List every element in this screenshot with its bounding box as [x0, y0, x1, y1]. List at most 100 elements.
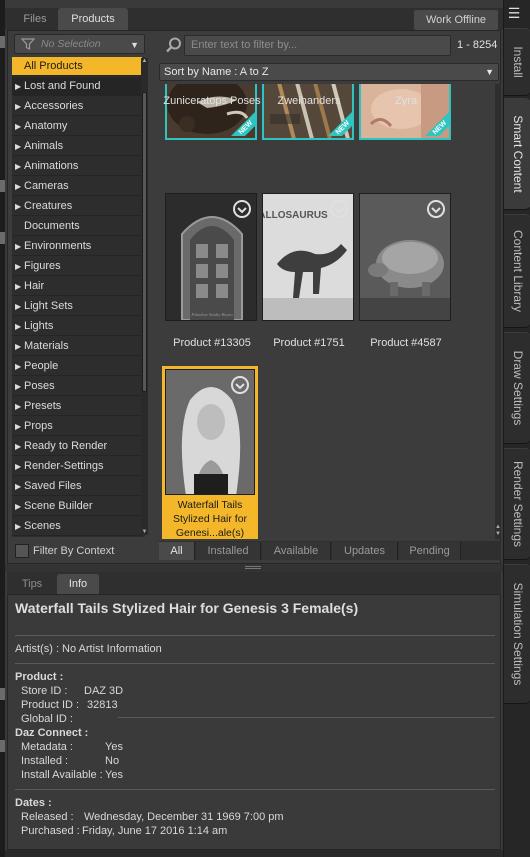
- category-select-placeholder: No Selection: [41, 38, 101, 50]
- category-item[interactable]: ▶ Anatomy: [12, 117, 142, 136]
- tab-install[interactable]: Install: [504, 28, 530, 96]
- product-thumbnail[interactable]: [165, 369, 255, 495]
- download-icon[interactable]: [426, 199, 446, 219]
- tab-info[interactable]: Info: [57, 574, 99, 594]
- tab-updates[interactable]: Updates: [332, 542, 398, 560]
- product-card-selected[interactable]: Waterfall Tails Stylized Hair for Genesi…: [162, 366, 258, 539]
- expand-arrow-icon[interactable]: ▶: [15, 457, 24, 476]
- grid-scrollbar[interactable]: ▲ ▼: [495, 84, 501, 539]
- product-thumbnail[interactable]: NEW: [262, 84, 354, 140]
- category-item[interactable]: ▶ Environments: [12, 237, 142, 256]
- category-item[interactable]: ▶ Cameras: [12, 177, 142, 196]
- expand-arrow-icon[interactable]: ▶: [15, 517, 24, 536]
- category-scrollbar[interactable]: ▲ ▼: [141, 58, 148, 535]
- category-item[interactable]: ▶ Animations: [12, 157, 142, 176]
- scrollbar-thumb[interactable]: [142, 92, 147, 392]
- expand-arrow-icon[interactable]: ▶: [15, 357, 24, 376]
- category-item[interactable]: ▶ Props: [12, 417, 142, 436]
- category-item[interactable]: ▶ Saved Files: [12, 477, 142, 496]
- tab-draw-settings[interactable]: Draw Settings: [504, 332, 530, 444]
- filter-by-context-checkbox[interactable]: Filter By Context: [15, 542, 114, 560]
- sort-dropdown[interactable]: Sort by Name : A to Z ▼: [159, 63, 499, 81]
- expand-arrow-icon[interactable]: ▶: [15, 117, 24, 136]
- download-icon[interactable]: [232, 199, 252, 219]
- menu-icon[interactable]: ☰: [505, 5, 523, 23]
- expand-arrow-icon[interactable]: ▶: [15, 377, 24, 396]
- category-item[interactable]: ▶ Light Sets: [12, 297, 142, 316]
- category-item[interactable]: ▶ People: [12, 357, 142, 376]
- grip-icon[interactable]: [245, 566, 261, 569]
- tab-render-settings[interactable]: Render Settings: [504, 448, 530, 560]
- category-item[interactable]: ▶ Animals: [12, 137, 142, 156]
- expand-arrow-icon[interactable]: ▶: [15, 297, 24, 316]
- scroll-down-icon[interactable]: ▼: [495, 531, 501, 537]
- product-name: Waterfall Tails Stylized Hair for Genesi…: [172, 499, 248, 539]
- tab-tips[interactable]: Tips: [13, 574, 51, 594]
- product-card[interactable]: NEW Zyra: [359, 84, 455, 162]
- expand-arrow-icon[interactable]: ▶: [15, 437, 24, 456]
- product-card[interactable]: Product #4587: [359, 193, 455, 353]
- expand-arrow-icon[interactable]: ▶: [15, 477, 24, 496]
- expand-arrow-icon[interactable]: ▶: [15, 417, 24, 436]
- divider: [15, 635, 495, 636]
- category-select[interactable]: No Selection ▼: [14, 34, 145, 54]
- tab-simulation-settings[interactable]: Simulation Settings: [504, 564, 530, 704]
- expand-arrow-icon[interactable]: ▶: [15, 177, 24, 196]
- product-card[interactable]: Pshadow Studio Bryan Product #13305: [165, 193, 261, 353]
- scroll-down-icon[interactable]: ▼: [141, 529, 148, 535]
- scroll-up-icon[interactable]: ▲: [495, 524, 501, 530]
- category-item[interactable]: All Products: [12, 57, 142, 76]
- product-thumbnail[interactable]: NEW: [165, 84, 257, 140]
- category-item[interactable]: ▶ Figures: [12, 257, 142, 276]
- tab-files[interactable]: Files: [11, 8, 59, 30]
- tab-products[interactable]: Products: [58, 8, 128, 30]
- product-card[interactable]: NEW Zweihanders: [262, 84, 358, 162]
- category-item[interactable]: ▶ Creatures: [12, 197, 142, 216]
- category-item[interactable]: ▶ Poses: [12, 377, 142, 396]
- product-thumbnail[interactable]: NEW: [359, 84, 451, 140]
- dates-heading: Dates :: [15, 797, 52, 809]
- product-card[interactable]: ALLOSAURUS Product #1751: [262, 193, 358, 353]
- category-item[interactable]: ▶ Hair: [12, 277, 142, 296]
- category-item[interactable]: ▶ Scene Builder: [12, 497, 142, 516]
- category-label: Lights: [24, 320, 54, 332]
- tab-available[interactable]: Available: [262, 542, 331, 560]
- expand-arrow-icon[interactable]: ▶: [15, 497, 24, 516]
- expand-arrow-icon[interactable]: ▶: [15, 197, 24, 216]
- tab-content-library[interactable]: Content Library: [504, 214, 530, 328]
- category-item[interactable]: ▶ Materials: [12, 337, 142, 356]
- expand-arrow-icon[interactable]: ▶: [15, 77, 24, 96]
- expand-arrow-icon[interactable]: ▶: [15, 337, 24, 356]
- tab-all[interactable]: All: [159, 542, 195, 560]
- product-thumbnail[interactable]: Pshadow Studio Bryan: [165, 193, 257, 321]
- category-item[interactable]: ▶ Ready to Render: [12, 437, 142, 456]
- work-offline-button[interactable]: Work Offline: [414, 10, 498, 30]
- expand-arrow-icon[interactable]: ▶: [15, 317, 24, 336]
- checkbox-box[interactable]: [15, 544, 29, 559]
- search-input[interactable]: Enter text to filter by...: [184, 35, 451, 56]
- product-card[interactable]: NEW Zuniceratops Poses: [163, 84, 261, 162]
- expand-arrow-icon[interactable]: ▶: [15, 137, 24, 156]
- expand-arrow-icon[interactable]: ▶: [15, 97, 24, 116]
- category-item[interactable]: Documents: [12, 217, 142, 236]
- expand-arrow-icon[interactable]: ▶: [15, 277, 24, 296]
- scroll-up-icon[interactable]: ▲: [141, 58, 148, 64]
- category-item[interactable]: ▶ Accessories: [12, 97, 142, 116]
- expand-arrow-icon[interactable]: ▶: [15, 397, 24, 416]
- download-icon[interactable]: [230, 375, 250, 395]
- product-thumbnail[interactable]: [359, 193, 451, 321]
- tab-pending[interactable]: Pending: [399, 542, 461, 560]
- download-icon[interactable]: [329, 199, 349, 219]
- expand-arrow-icon[interactable]: ▶: [15, 237, 24, 256]
- category-item[interactable]: ▶ Scenes: [12, 517, 142, 536]
- product-thumbnail[interactable]: ALLOSAURUS: [262, 193, 354, 321]
- panel-splitter[interactable]: [5, 564, 503, 572]
- expand-arrow-icon[interactable]: ▶: [15, 157, 24, 176]
- tab-smart-content[interactable]: Smart Content: [504, 98, 530, 210]
- category-item[interactable]: ▶ Presets: [12, 397, 142, 416]
- category-item[interactable]: ▶ Lights: [12, 317, 142, 336]
- category-item[interactable]: ▶ Lost and Found: [12, 77, 142, 96]
- expand-arrow-icon[interactable]: ▶: [15, 257, 24, 276]
- tab-installed[interactable]: Installed: [196, 542, 261, 560]
- category-item[interactable]: ▶ Render-Settings: [12, 457, 142, 476]
